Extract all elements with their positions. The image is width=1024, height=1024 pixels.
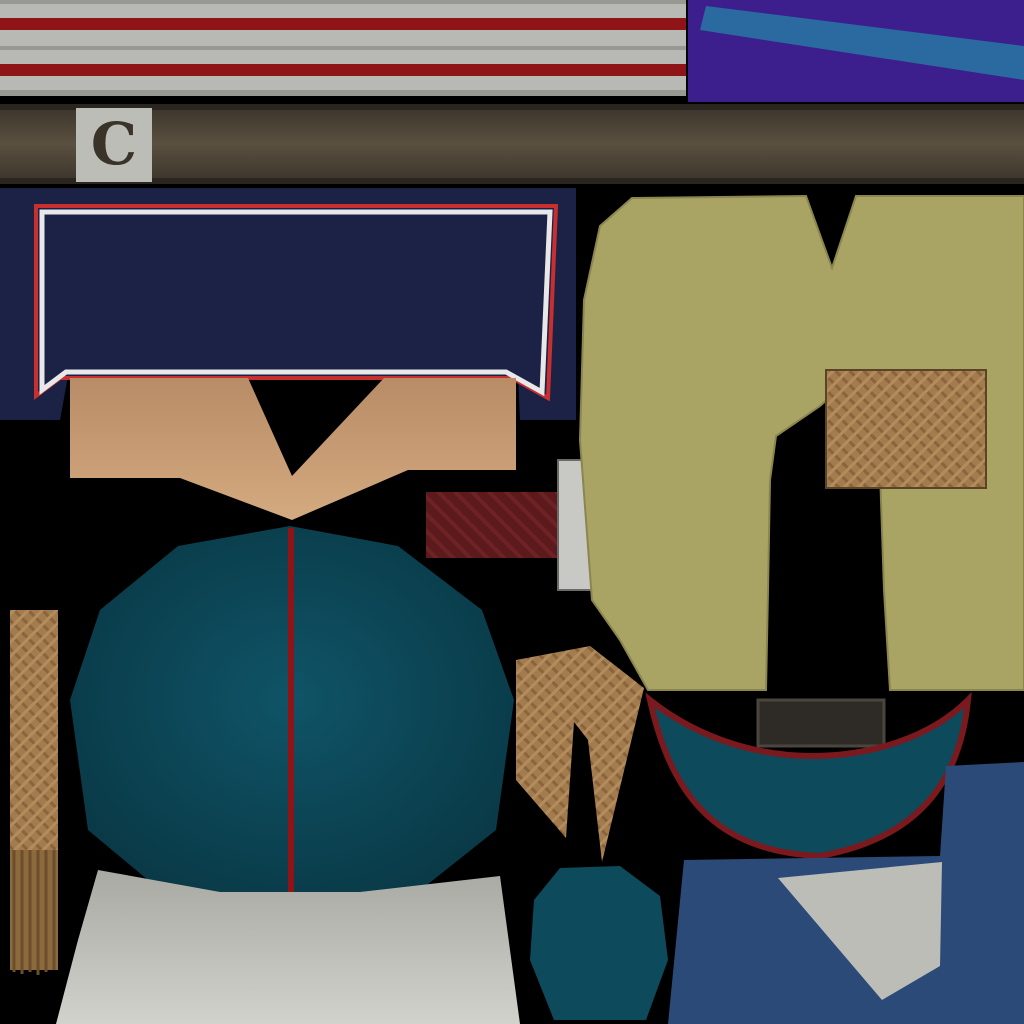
texture-atlas: C (0, 0, 1024, 1024)
striped-band-patch (0, 0, 686, 96)
purple-cloth-patch (688, 0, 1024, 102)
woven-square-patch (825, 369, 987, 489)
cream-cloth-patch (56, 870, 520, 1024)
teal-blob-patch (530, 866, 668, 1020)
belt-letter: C (91, 110, 137, 178)
woven-fringe-strip (10, 610, 58, 975)
belt-strip-patch: C (0, 104, 1024, 184)
red-weave-strip (426, 492, 560, 558)
dark-bar-patch (756, 698, 886, 748)
